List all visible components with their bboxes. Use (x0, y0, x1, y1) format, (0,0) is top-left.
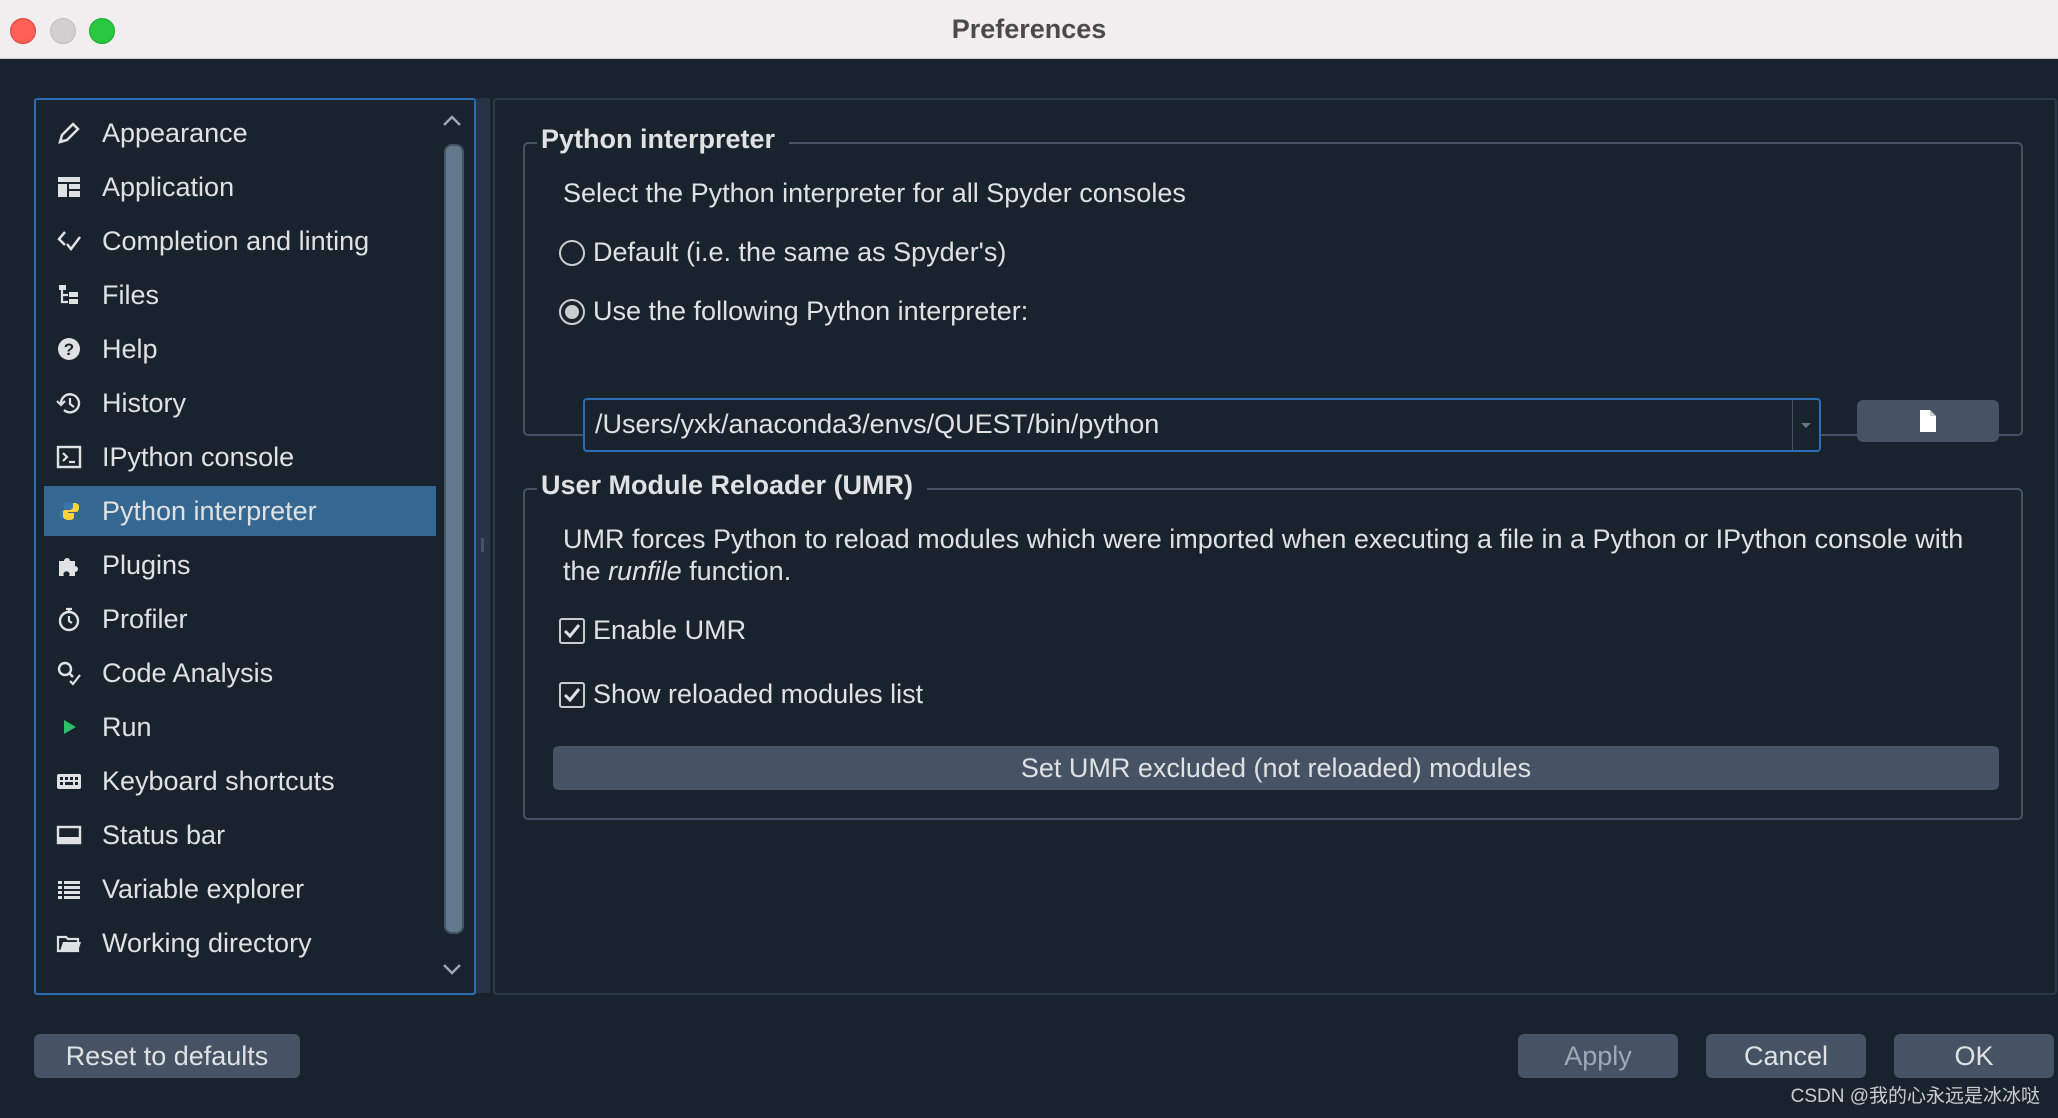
apply-button[interactable]: Apply (1518, 1034, 1678, 1078)
sidebar-item-partially-visible[interactable] (44, 972, 436, 993)
set-umr-excluded-modules-button[interactable]: Set UMR excluded (not reloaded) modules (553, 746, 1999, 790)
sidebar-item-python-interpreter[interactable]: Python interpreter (44, 486, 436, 536)
python-interpreter-group: Python interpreter Select the Python int… (523, 124, 2023, 452)
status-bar-icon (54, 820, 84, 850)
sidebar-item-ipython-console[interactable]: IPython console (44, 432, 436, 482)
reset-to-defaults-button[interactable]: Reset to defaults (34, 1034, 300, 1078)
title-bar: Preferences (0, 0, 2058, 59)
sidebar-item-label: History (102, 387, 187, 418)
code-check-icon (54, 226, 84, 256)
stopwatch-icon (54, 604, 84, 634)
interpreter-description: Select the Python interpreter for all Sp… (563, 178, 1186, 208)
sidebar-item-application[interactable]: Application (44, 162, 436, 212)
sidebar-item-label: Profiler (102, 603, 188, 634)
enable-umr-checkbox[interactable] (559, 618, 585, 644)
browse-interpreter-button[interactable] (1857, 400, 1999, 442)
puzzle-icon (54, 550, 84, 580)
panel-splitter[interactable] (476, 98, 490, 993)
enable-umr-label[interactable]: Enable UMR (593, 615, 746, 646)
custom-interpreter-label[interactable]: Use the following Python interpreter: (593, 296, 1028, 327)
sidebar-item-working-directory[interactable]: Working directory (44, 918, 436, 968)
sidebar-item-completion-and-linting[interactable]: Completion and linting (44, 216, 436, 266)
umr-description-line-2: the runfile function. (563, 556, 792, 586)
interpreter-path-value[interactable]: /Users/yxk/anaconda3/envs/QUEST/bin/pyth… (595, 409, 1159, 440)
group-title: User Module Reloader (UMR) (537, 470, 928, 501)
code-analysis-icon (54, 658, 84, 688)
sidebar-scrollbar[interactable] (440, 110, 464, 980)
sidebar-item-label: Python interpreter (102, 495, 317, 526)
sidebar-item-label: Help (102, 333, 158, 364)
sidebar-item-label: Status bar (102, 819, 226, 850)
history-icon (54, 388, 84, 418)
sidebar-item-label: Plugins (102, 549, 191, 580)
file-tree-icon (54, 280, 84, 310)
splitter-grip (481, 538, 484, 552)
preferences-sidebar: Appearance Application Completion and li… (34, 98, 476, 995)
default-interpreter-radio[interactable] (559, 240, 585, 266)
folder-icon (54, 928, 84, 958)
play-icon (54, 712, 84, 742)
sidebar-item-label: Application (102, 171, 235, 202)
sidebar-scroll-thumb[interactable] (444, 144, 464, 934)
sidebar-item-label: IPython console (102, 441, 295, 472)
umr-description-line-1: UMR forces Python to reload modules whic… (563, 524, 1964, 554)
chevron-down-icon[interactable] (1792, 400, 1819, 450)
pen-icon (54, 118, 84, 148)
window-title: Preferences (951, 14, 1107, 44)
svg-text:?: ? (64, 340, 74, 359)
sidebar-item-history[interactable]: History (44, 378, 436, 428)
file-icon (1920, 410, 1936, 432)
runfile-text: runfile (608, 556, 682, 586)
sidebar-item-label: Completion and linting (102, 225, 370, 256)
group-title: Python interpreter (537, 124, 790, 155)
sidebar-item-label: Keyboard shortcuts (102, 765, 335, 796)
terminal-icon (54, 442, 84, 472)
sidebar-item-label: Appearance (102, 117, 248, 148)
scroll-up-arrow-icon[interactable] (442, 114, 462, 128)
sidebar-item-files[interactable]: Files (44, 270, 436, 320)
sidebar-item-status-bar[interactable]: Status bar (44, 810, 436, 860)
help-icon: ? (54, 334, 84, 364)
show-reloaded-modules-checkbox[interactable] (559, 682, 585, 708)
scroll-down-arrow-icon[interactable] (442, 962, 462, 976)
sidebar-item-appearance[interactable]: Appearance (44, 108, 436, 158)
sidebar-item-profiler[interactable]: Profiler (44, 594, 436, 644)
checkmark-icon (563, 688, 581, 703)
sidebar-item-variable-explorer[interactable]: Variable explorer (44, 864, 436, 914)
sidebar-item-keyboard-shortcuts[interactable]: Keyboard shortcuts (44, 756, 436, 806)
umr-group: User Module Reloader (UMR) UMR forces Py… (523, 470, 2023, 820)
sidebar-item-run[interactable]: Run (44, 702, 436, 752)
cancel-button[interactable]: Cancel (1706, 1034, 1866, 1078)
layout-icon (54, 172, 84, 202)
sidebar-item-help[interactable]: ? Help (44, 324, 436, 374)
sidebar-item-label: Files (102, 279, 160, 310)
sidebar-item-plugins[interactable]: Plugins (44, 540, 436, 590)
list-icon (54, 874, 84, 904)
checkmark-icon (563, 624, 581, 639)
interpreter-path-combobox[interactable]: /Users/yxk/anaconda3/envs/QUEST/bin/pyth… (583, 398, 1821, 452)
show-reloaded-modules-label[interactable]: Show reloaded modules list (593, 679, 923, 710)
sidebar-item-label: Run (102, 711, 152, 742)
ok-button[interactable]: OK (1894, 1034, 2054, 1078)
preferences-page: Python interpreter Select the Python int… (493, 98, 2057, 995)
sidebar-item-label: Working directory (102, 927, 312, 958)
sidebar-item-label: Variable explorer (102, 873, 305, 904)
sidebar-item-code-analysis[interactable]: Code Analysis (44, 648, 436, 698)
python-icon (54, 496, 84, 526)
sidebar-item-label: Code Analysis (102, 657, 274, 688)
watermark-text: CSDN @我的心永远是冰冰哒 (1790, 1086, 2040, 1107)
custom-interpreter-radio[interactable] (559, 299, 585, 325)
default-interpreter-label[interactable]: Default (i.e. the same as Spyder's) (593, 237, 1006, 268)
keyboard-icon (54, 766, 84, 796)
